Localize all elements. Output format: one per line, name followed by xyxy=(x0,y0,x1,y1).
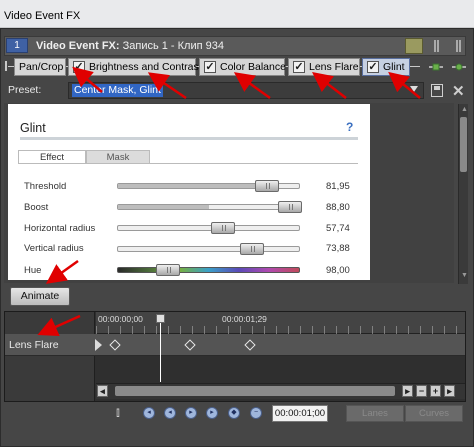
param-value-hue[interactable]: 98,00 xyxy=(326,265,350,276)
view-mode-icon[interactable] xyxy=(430,38,442,54)
param-label-threshold: Threshold xyxy=(24,181,67,192)
ruler-timecode-start: 00:00:00;00 xyxy=(98,314,143,324)
keyframe-track-row[interactable] xyxy=(5,334,465,356)
fx-chain-lens-flare[interactable]: ✓ Lens Flare xyxy=(288,58,360,76)
plugin-chain-icon[interactable] xyxy=(429,61,443,73)
ruler-timecode-mid: 00:00:01;29 xyxy=(222,314,267,324)
track-names-column xyxy=(5,312,95,401)
save-preset-icon[interactable] xyxy=(431,84,443,97)
next-keyframe-icon[interactable]: ▸ xyxy=(185,407,197,419)
current-timecode-field[interactable]: 00:00:01;00 xyxy=(272,405,328,422)
header-clip-name: Запись 1 - Клип 934 xyxy=(122,40,224,52)
ruler-ticks xyxy=(96,326,465,334)
fx-label: Brightness and Contrast xyxy=(89,61,202,73)
scroll-down-icon[interactable]: ▼ xyxy=(461,272,468,279)
first-keyframe-icon[interactable]: ◂ xyxy=(143,407,155,419)
zoom-out-icon[interactable]: − xyxy=(416,385,427,397)
boost-slider-thumb[interactable] xyxy=(278,201,302,213)
fx-chain-glint[interactable]: ✓ Glint xyxy=(362,58,410,76)
fx-chain-color-balance[interactable]: ✓ Color Balance xyxy=(199,58,286,76)
tab-mask[interactable]: Mask xyxy=(86,150,150,164)
hue-slider-thumb[interactable] xyxy=(156,264,180,276)
horizontal-radius-slider-track[interactable] xyxy=(117,225,300,231)
remove-plugin-icon[interactable] xyxy=(452,61,466,73)
delete-preset-icon[interactable]: ✕ xyxy=(452,82,465,100)
fx-label: Pan/Crop xyxy=(19,61,64,73)
keyframe-start-marker-icon[interactable] xyxy=(95,339,102,351)
preset-value[interactable]: Center Mask, Glint xyxy=(72,84,163,97)
help-icon[interactable]: ? xyxy=(346,120,353,134)
snap-icon[interactable]: ⫾ xyxy=(116,405,128,419)
param-label-boost: Boost xyxy=(24,202,49,213)
param-value-boost[interactable]: 88,80 xyxy=(326,202,350,213)
track-number-badge: 1 xyxy=(6,38,28,53)
hue-slider-track[interactable] xyxy=(117,267,300,273)
view-mode-alt-icon[interactable] xyxy=(452,38,464,54)
tab-effect[interactable]: Effect xyxy=(18,150,86,164)
vertical-radius-slider-thumb[interactable] xyxy=(240,243,264,255)
track-name-lens-flare: Lens Flare xyxy=(9,339,59,351)
threshold-slider-thumb[interactable] xyxy=(255,180,279,192)
horizontal-radius-slider-thumb[interactable] xyxy=(211,222,235,234)
fx-label: Glint xyxy=(383,61,405,73)
window-title: Video Event FX xyxy=(4,10,81,22)
fx-label: Color Balance xyxy=(220,61,286,73)
zoom-in-icon[interactable]: + xyxy=(430,385,441,397)
fx-chain-brightness-contrast[interactable]: ✓ Brightness and Contrast xyxy=(68,58,202,76)
properties-scrollbar[interactable]: ▲ ▼ xyxy=(458,104,468,284)
prev-keyframe-icon[interactable]: ◂ xyxy=(164,407,176,419)
scroll-right-icon[interactable]: ▸ xyxy=(402,385,413,397)
vertical-radius-slider-track[interactable] xyxy=(117,246,300,252)
scroll-left-icon[interactable]: ◂ xyxy=(97,385,108,397)
lanes-button[interactable]: Lanes xyxy=(346,405,404,422)
scroll-up-icon[interactable]: ▲ xyxy=(461,106,468,113)
param-label-vertical-radius: Vertical radius xyxy=(24,243,84,254)
last-keyframe-icon[interactable]: ▸ xyxy=(206,407,218,419)
playhead-handle-icon[interactable] xyxy=(156,314,165,323)
zoom-fit-icon[interactable]: ▸ xyxy=(444,385,455,397)
param-label-horizontal-radius: Horizontal radius xyxy=(24,223,96,234)
title-separator xyxy=(20,137,358,140)
plugin-title: Glint xyxy=(20,121,46,135)
param-value-horizontal-radius[interactable]: 57,74 xyxy=(326,223,350,234)
param-value-vertical-radius[interactable]: 73,88 xyxy=(326,243,350,254)
param-label-hue: Hue xyxy=(24,265,42,276)
add-keyframe-icon[interactable]: ◆ xyxy=(228,407,240,419)
scrollbar-thumb[interactable] xyxy=(460,117,467,172)
window-titlebar: Video Event FX xyxy=(0,0,474,28)
fx-enabled-checkbox[interactable]: ✓ xyxy=(367,61,379,73)
fx-enabled-checkbox[interactable]: ✓ xyxy=(204,61,216,73)
timeline-scroll-thumb[interactable] xyxy=(115,386,395,396)
preset-label: Preset: xyxy=(8,84,42,96)
boost-slider-track[interactable] xyxy=(117,204,300,210)
tab-baseline xyxy=(18,163,358,164)
curves-button[interactable]: Curves xyxy=(405,405,463,422)
fx-header-label: Video Event FX: Запись 1 - Клип 934 xyxy=(36,40,224,52)
fx-enabled-checkbox[interactable]: ✓ xyxy=(73,61,85,73)
fx-chain-pan-crop[interactable]: Pan/Crop xyxy=(14,58,66,76)
fx-label: Lens Flare xyxy=(309,61,359,73)
header-prefix: Video Event FX: xyxy=(36,40,120,52)
chevron-down-icon[interactable] xyxy=(410,86,418,92)
fx-enabled-checkbox[interactable]: ✓ xyxy=(293,61,305,73)
param-value-threshold[interactable]: 81,95 xyxy=(326,181,350,192)
bypass-fx-button[interactable] xyxy=(405,38,423,54)
delete-keyframe-icon[interactable]: − xyxy=(250,407,262,419)
playhead-line[interactable] xyxy=(160,318,161,382)
animate-button[interactable]: Animate xyxy=(10,287,70,306)
